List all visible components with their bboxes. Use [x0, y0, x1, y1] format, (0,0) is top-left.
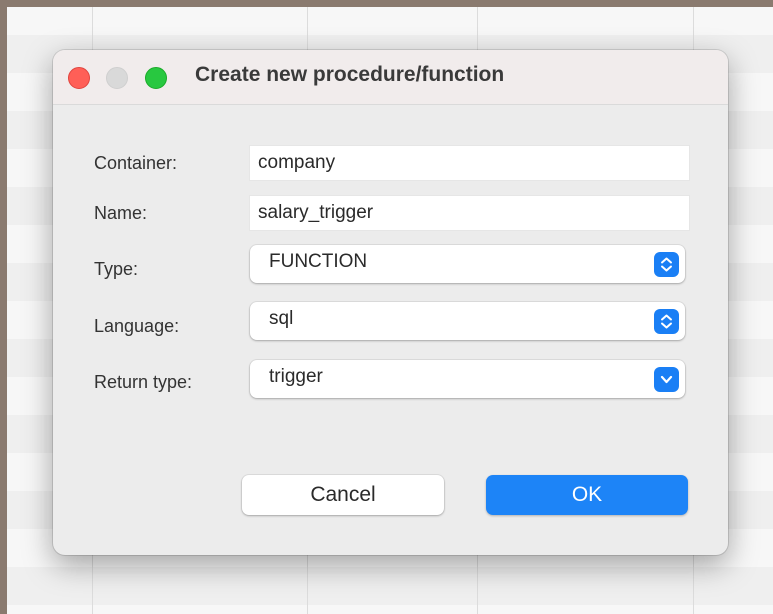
create-procedure-dialog: Create new procedure/function Container:…: [53, 50, 728, 555]
minimize-window-button[interactable]: [106, 67, 128, 89]
language-value: sql: [269, 308, 294, 329]
name-field[interactable]: salary_trigger: [249, 195, 690, 231]
maximize-window-button[interactable]: [145, 67, 167, 89]
container-value: company: [258, 152, 336, 173]
container-label: Container:: [94, 153, 178, 173]
type-label: Type:: [94, 259, 139, 279]
dialog-title: Create new procedure/function: [195, 63, 505, 86]
return-type-value: trigger: [269, 366, 323, 387]
return-type-select[interactable]: trigger: [250, 360, 685, 398]
cancel-button[interactable]: Cancel: [242, 475, 444, 515]
chevron-down-icon: [654, 367, 679, 392]
up-down-chevron-icon: [654, 309, 679, 334]
language-label: Language:: [94, 316, 180, 336]
return-type-label: Return type:: [94, 372, 193, 392]
close-window-button[interactable]: [68, 67, 90, 89]
container-field[interactable]: company: [249, 145, 690, 181]
name-value: salary_trigger: [258, 202, 374, 223]
language-select[interactable]: sql: [250, 302, 685, 340]
name-label: Name:: [94, 203, 148, 223]
type-select[interactable]: FUNCTION: [250, 245, 685, 283]
up-down-chevron-icon: [654, 252, 679, 277]
title-bar: Create new procedure/function: [53, 50, 728, 105]
ok-button[interactable]: OK: [486, 475, 688, 515]
type-value: FUNCTION: [269, 251, 368, 272]
